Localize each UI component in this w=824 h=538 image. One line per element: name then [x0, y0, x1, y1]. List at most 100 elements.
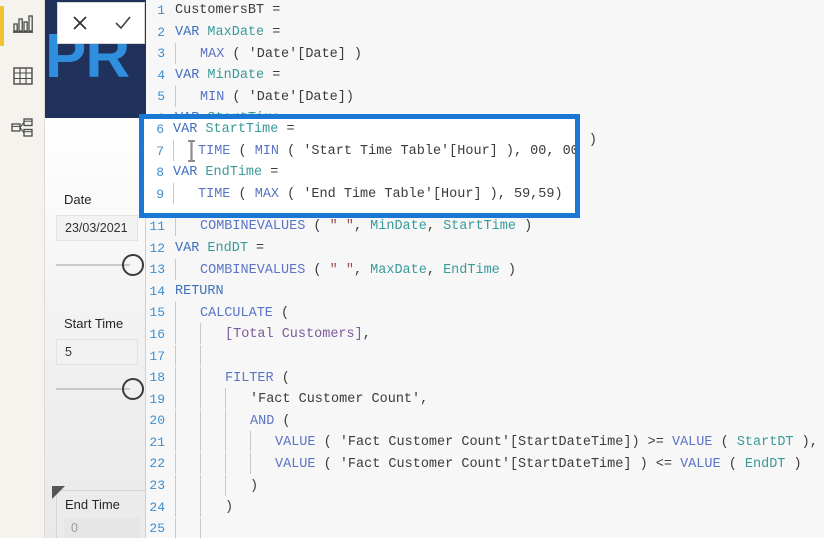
line-number: 6 — [156, 122, 164, 137]
slicer-end-time-label: End Time — [65, 497, 120, 512]
code-line-text[interactable]: [Total Customers], — [172, 323, 371, 346]
sidebar-item-model-view[interactable] — [0, 104, 45, 156]
slicer-start-time-slider[interactable] — [56, 378, 144, 400]
code-token: ), — [793, 435, 818, 451]
code-token: VALUE — [680, 457, 721, 472]
sidebar-item-data-view[interactable] — [0, 52, 45, 104]
highlighted-code-line[interactable]: 6 VAR StartTime = — [144, 119, 575, 141]
code-line[interactable]: 18 FILTER ( — [146, 366, 824, 390]
code-token: ( 'End Time Table'[Hour] ), 59,59) — [279, 187, 563, 203]
code-line[interactable]: 3 MAX ( 'Date'[Date] ) — [146, 42, 824, 66]
code-line[interactable]: 14 RETURN — [146, 281, 824, 303]
code-line[interactable]: 15 CALCULATE ( — [146, 301, 824, 325]
code-line-text[interactable]: ) — [172, 474, 258, 498]
code-token: ) — [516, 219, 533, 235]
code-token: MIN — [254, 144, 280, 160]
code-line[interactable]: 23) — [146, 474, 824, 498]
highlighted-code-line[interactable]: 8 VAR EndTime = — [144, 162, 575, 184]
code-token: StartTime — [443, 219, 516, 235]
code-line-text[interactable]: VALUE ( 'Fact Customer Count'[StartDateT… — [172, 431, 818, 454]
code-line-text[interactable]: 'Fact Customer Count', — [172, 388, 428, 411]
code-line-text[interactable] — [172, 344, 225, 368]
code-token: ( 'Date'[Date] ) — [224, 46, 363, 62]
code-line-text[interactable]: COMBINEVALUES ( " ", MinDate, StartTime … — [172, 215, 532, 238]
code-line[interactable]: 24) — [146, 496, 824, 519]
highlighted-code-line[interactable]: 9 TIME ( MAX ( 'End Time Table'[Hour] ), … — [144, 183, 575, 206]
highlighted-code-lines: 6 VAR StartTime = 7 TIME ( MIN ( 'Start Tim… — [144, 119, 575, 213]
code-token: VALUE — [671, 435, 713, 451]
code-line-text[interactable]: TIME ( MIN ( 'Start Time Table'[Hour] ),… — [170, 140, 575, 163]
code-line[interactable]: 20 AND ( — [146, 409, 824, 433]
line-number: 22 — [149, 456, 165, 472]
code-token: ( — [305, 219, 330, 235]
code-token: VAR — [175, 67, 200, 83]
code-line[interactable]: 11 COMBINEVALUES ( " ", MinDate, StartTim… — [146, 215, 824, 238]
code-line[interactable]: 2 VAR MaxDate = — [146, 22, 824, 44]
code-line-text[interactable]: VAR MaxDate = — [172, 22, 280, 44]
code-line[interactable]: 13 COMBINEVALUES ( " ", MaxDate, EndTime … — [146, 258, 824, 282]
slicer-end-time[interactable]: End Time 0 — [52, 486, 145, 538]
cancel-button[interactable] — [60, 3, 100, 43]
sidebar-item-report-view[interactable] — [0, 0, 45, 52]
code-token: ) — [499, 262, 516, 278]
slider-knob[interactable] — [122, 378, 144, 400]
commit-button[interactable] — [103, 3, 143, 43]
code-line-text[interactable]: ) — [172, 496, 233, 519]
line-number: 5 — [157, 89, 165, 105]
slicer-end-time-value[interactable]: 0 — [64, 518, 140, 538]
slicer-date[interactable]: Date 23/03/2021 — [45, 192, 145, 276]
code-line[interactable]: 5 MIN ( 'Date'[Date]) — [146, 85, 824, 109]
code-line[interactable]: 16 [Total Customers], — [146, 323, 824, 346]
highlighted-code-line[interactable]: 7 TIME ( MIN ( 'Start Time Table'[Hour] )… — [144, 140, 575, 163]
indent-guide — [200, 366, 225, 388]
code-token: ( — [272, 305, 290, 321]
code-line[interactable]: 17 — [146, 344, 824, 368]
code-line-text[interactable]: VAR StartTime = — [170, 119, 295, 141]
code-line-text[interactable]: FILTER ( — [172, 366, 290, 390]
active-view-indicator — [0, 6, 4, 46]
code-line[interactable]: 21 VALUE ( 'Fact Customer Count'[StartDat… — [146, 431, 824, 454]
code-line[interactable]: 1 CustomersBT = — [146, 0, 824, 22]
code-line[interactable]: 12 VAR EndDT = — [146, 238, 824, 260]
indent-guide — [225, 474, 250, 496]
code-line[interactable]: 25 — [146, 517, 824, 538]
line-number: 9 — [156, 186, 164, 202]
line-number: 7 — [156, 143, 164, 159]
code-line[interactable]: 22 VALUE ( 'Fact Customer Count'[StartDat… — [146, 452, 824, 476]
code-line-text[interactable]: VALUE ( 'Fact Customer Count'[StartDateT… — [172, 452, 802, 476]
code-token: VAR — [175, 240, 200, 256]
bar-chart-icon — [12, 14, 34, 39]
slicer-date-slider[interactable] — [56, 254, 144, 276]
slicer-start-time-value[interactable]: 5 — [56, 339, 138, 365]
slider-knob[interactable] — [122, 254, 144, 276]
code-line-text[interactable]: VAR EndDT = — [172, 238, 264, 260]
indent-guide — [175, 409, 200, 431]
line-number: 19 — [149, 391, 165, 407]
code-token: MaxDate — [370, 262, 427, 278]
dax-formula-editor[interactable]: 1 CustomersBT = 2 VAR MaxDate = 3 MAX ( 'Date… — [146, 0, 824, 538]
code-line-text[interactable]: TIME ( MAX ( 'End Time Table'[Hour] ), 5… — [170, 183, 563, 206]
indent-guide — [175, 388, 200, 410]
code-line-text[interactable]: COMBINEVALUES ( " ", MaxDate, EndTime ) — [172, 258, 516, 282]
indent-guide — [175, 452, 200, 474]
code-line[interactable]: 4 VAR MinDate = — [146, 65, 824, 87]
code-line-text[interactable]: RETURN — [172, 281, 224, 303]
code-token: VAR — [173, 165, 198, 181]
code-line-text[interactable] — [172, 517, 225, 538]
indent-guide — [225, 431, 250, 453]
code-line[interactable]: 19 'Fact Customer Count', — [146, 388, 824, 411]
code-line-text[interactable]: VAR MinDate = — [172, 65, 280, 87]
slicer-date-value[interactable]: 23/03/2021 — [56, 215, 138, 241]
code-line-text[interactable]: CustomersBT = — [172, 0, 280, 22]
line-number: 1 — [157, 3, 165, 18]
indent-guide — [175, 496, 200, 518]
code-line-text[interactable]: AND ( — [172, 409, 291, 433]
code-line-text[interactable]: MAX ( 'Date'[Date] ) — [172, 42, 363, 66]
code-line-text[interactable]: CALCULATE ( — [172, 301, 290, 325]
code-line-text[interactable]: MIN ( 'Date'[Date]) — [172, 85, 354, 109]
slicer-start-time[interactable]: Start Time 5 — [45, 316, 145, 400]
code-token: COMBINEVALUES — [200, 262, 306, 278]
code-token: ) — [785, 457, 802, 472]
line-number: 25 — [149, 521, 165, 537]
slicer-date-label: Date — [64, 192, 92, 207]
